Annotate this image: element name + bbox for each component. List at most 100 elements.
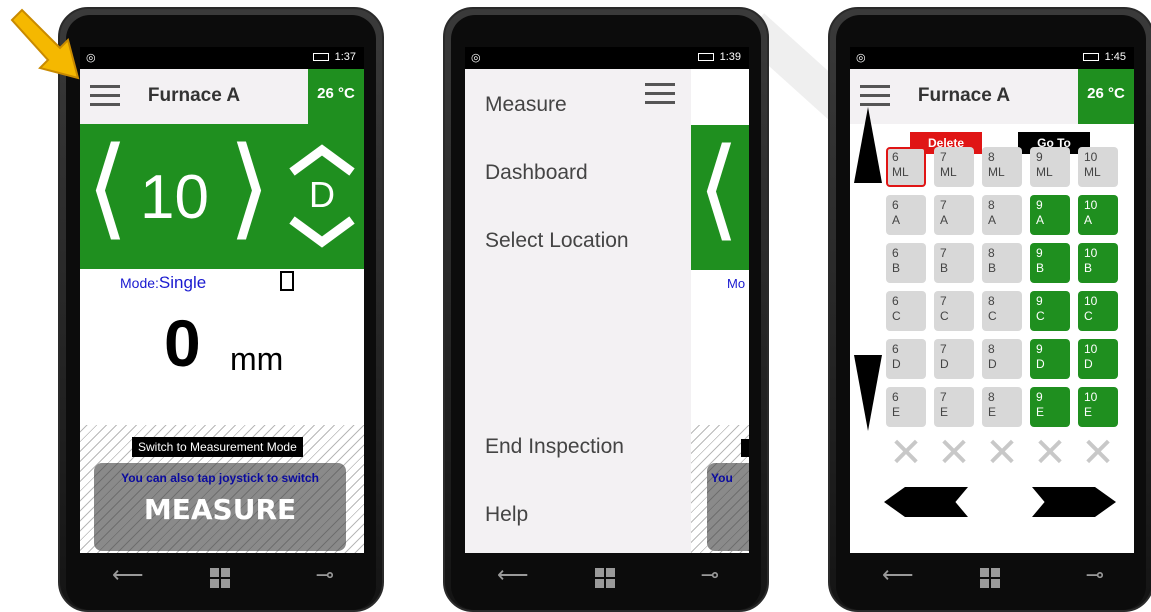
grid-cell-row: ML	[1084, 165, 1101, 179]
grid-cell[interactable]: 10 C	[1078, 291, 1118, 331]
phone-nav-bar: ⟵ ⊸	[80, 556, 364, 596]
grid-cell-row: C	[1036, 309, 1045, 323]
row-letter: D	[309, 174, 335, 215]
phone-2-screen: ◎ 1:39 ⟨ Mo You Measure Dashboard Select…	[465, 47, 749, 553]
grid-cell[interactable]: 6D	[886, 339, 926, 379]
status-bar: ◎ 1:37	[80, 47, 364, 69]
grid-cell-row: A	[940, 213, 949, 227]
empty-slot-icon: ✕	[1033, 430, 1067, 476]
status-bar: ◎ 1:45	[850, 47, 1134, 69]
search-icon[interactable]: ⊸	[316, 562, 334, 588]
measure-label: MEASURE	[143, 493, 297, 526]
grid-cell[interactable]: 10 ML	[1078, 147, 1118, 187]
arrow-down-icon[interactable]	[854, 355, 882, 431]
status-bar: ◎ 1:39	[465, 47, 749, 69]
grid-cell[interactable]: 8 ML	[982, 147, 1022, 187]
grid-cell-position: 10	[1084, 246, 1098, 260]
next-position-button[interactable]: ⟩	[228, 132, 271, 242]
search-icon[interactable]: ⊸	[701, 562, 719, 588]
grid-cell-position: 6	[892, 150, 899, 164]
grid-cell[interactable]: 7B	[934, 243, 974, 283]
grid-cell-row: B	[940, 261, 949, 275]
grid-cell-row: E	[892, 405, 901, 419]
grid-cell[interactable]: 9C	[1030, 291, 1070, 331]
back-icon[interactable]: ⟵	[497, 562, 529, 588]
grid-cell-row: D	[1036, 357, 1045, 371]
grid-cell[interactable]: 6 ML	[886, 147, 926, 187]
grid-cell-row: D	[1084, 357, 1093, 371]
status-time: 1:39	[719, 51, 741, 63]
navigation-menu: Measure Dashboard Select Location End In…	[465, 69, 691, 553]
grid-cell[interactable]: 8B	[982, 243, 1022, 283]
menu-item-help[interactable]: Help	[485, 503, 528, 527]
grid-cell-row: ML	[988, 165, 1005, 179]
hamburger-menu-icon[interactable]	[645, 83, 675, 110]
grid-cell-row: C	[940, 309, 949, 323]
menu-item-end-inspection[interactable]: End Inspection	[485, 435, 624, 459]
grid-cell[interactable]: 6A	[886, 195, 926, 235]
grid-cell-position: 7	[940, 150, 947, 164]
grid-cell-position: 10	[1084, 294, 1098, 308]
grid-cell[interactable]: 8A	[982, 195, 1022, 235]
signal-icon: ◎	[471, 52, 481, 64]
grid-cell[interactable]: 9E	[1030, 387, 1070, 427]
temperature-badge: 26 °C	[308, 69, 364, 124]
grid-cell-row: C	[892, 309, 901, 323]
switch-mode-button[interactable]: Switch to Measurement Mode	[132, 437, 303, 457]
measure-hint: You can also tap joystick to switch	[121, 471, 319, 485]
grid-cell-row: ML	[1036, 165, 1053, 179]
grid-cell[interactable]: 9 ML	[1030, 147, 1070, 187]
app-header: Furnace A 26 °C	[850, 69, 1134, 124]
menu-item-select-location[interactable]: Select Location	[485, 229, 629, 253]
grid-cell-row: A	[892, 213, 901, 227]
grid-cell[interactable]: 10 E	[1078, 387, 1118, 427]
grid-cell[interactable]: 7D	[934, 339, 974, 379]
row-selector[interactable]: D	[286, 142, 358, 250]
grid-cell-position: 9	[1036, 390, 1043, 404]
back-icon[interactable]: ⟵	[112, 562, 144, 588]
grid-cell[interactable]: 9A	[1030, 195, 1070, 235]
chevron-right-icon[interactable]	[1032, 487, 1116, 517]
grid-cell[interactable]: 10 D	[1078, 339, 1118, 379]
grid-cell-position: 10	[1084, 198, 1098, 212]
grid-cell[interactable]: 9B	[1030, 243, 1070, 283]
mode-value[interactable]: Single	[159, 273, 206, 292]
grid-cell-position: 9	[1036, 150, 1043, 164]
phone-nav-bar: ⟵ ⊸	[850, 556, 1134, 596]
reading-value: 0	[164, 306, 201, 380]
grid-cell-position: 7	[940, 342, 947, 356]
grid-cell-position: 10	[1084, 342, 1098, 356]
chevron-left-icon[interactable]	[884, 487, 968, 517]
previous-position-button[interactable]: ⟨	[86, 132, 129, 242]
grid-cell[interactable]: 8C	[982, 291, 1022, 331]
grid-cell[interactable]: 7C	[934, 291, 974, 331]
menu-item-dashboard[interactable]: Dashboard	[485, 161, 588, 185]
grid-cell-position: 8	[988, 390, 995, 404]
grid-cell-row: ML	[892, 165, 909, 179]
grid-cell[interactable]: 9D	[1030, 339, 1070, 379]
arrow-up-icon[interactable]	[854, 107, 882, 183]
grid-cell-position: 8	[988, 342, 995, 356]
grid-cell-position: 8	[988, 294, 995, 308]
grid-cell[interactable]: 10 A	[1078, 195, 1118, 235]
grid-cell[interactable]: 7 ML	[934, 147, 974, 187]
back-icon[interactable]: ⟵	[882, 562, 914, 588]
grid-cell-position: 6	[892, 246, 899, 260]
grid-cell[interactable]: 6C	[886, 291, 926, 331]
grid-cell[interactable]: 6B	[886, 243, 926, 283]
grid-cell[interactable]: 7A	[934, 195, 974, 235]
grid-cell-position: 9	[1036, 342, 1043, 356]
mode-label-peek: Mo	[727, 276, 746, 291]
grid-cell[interactable]: 7E	[934, 387, 974, 427]
grid-cell[interactable]: 8D	[982, 339, 1022, 379]
measure-button[interactable]: You can also tap joystick to switch MEAS…	[94, 463, 346, 551]
menu-item-measure[interactable]: Measure	[485, 93, 567, 117]
grid-cell-position: 6	[892, 198, 899, 212]
phone-3-screen: ◎ 1:45 Furnace A 26 °C Delete Go To 6 ML 7…	[850, 47, 1134, 553]
grid-cell[interactable]: 6E	[886, 387, 926, 427]
grid-cell[interactable]: 8E	[982, 387, 1022, 427]
search-icon[interactable]: ⊸	[1086, 562, 1104, 588]
status-time: 1:37	[334, 51, 356, 63]
grid-cell[interactable]: 10 B	[1078, 243, 1118, 283]
grid-cell-row: A	[1084, 213, 1093, 227]
